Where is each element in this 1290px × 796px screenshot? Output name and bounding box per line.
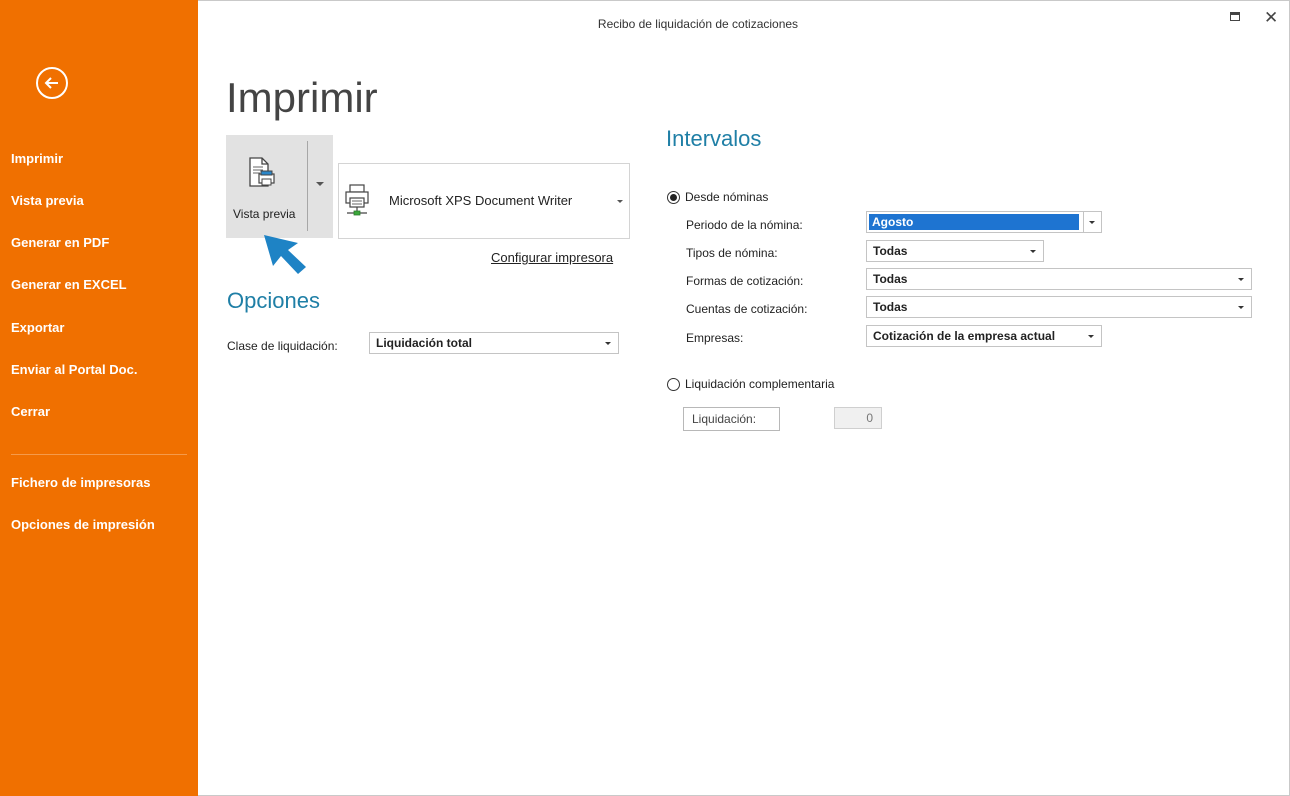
sidebar-item-generar-pdf[interactable]: Generar en PDF — [11, 235, 109, 250]
page-title: Imprimir — [226, 74, 378, 121]
chevron-down-icon — [605, 342, 611, 345]
tipos-nomina-select[interactable]: Todas — [866, 240, 1044, 262]
clase-liquidacion-label: Clase de liquidación: — [227, 339, 338, 353]
maximize-icon[interactable] — [1230, 12, 1240, 21]
chevron-down-icon — [1030, 250, 1036, 253]
empresas-label: Empresas: — [686, 331, 744, 345]
chevron-down-icon[interactable] — [617, 200, 623, 203]
liquidacion-button[interactable]: Liquidación: — [683, 407, 780, 431]
periodo-nomina-value: Agosto — [869, 214, 1079, 230]
window-title: Recibo de liquidación de cotizaciones — [597, 17, 799, 31]
sidebar-item-fichero-impresoras[interactable]: Fichero de impresoras — [11, 475, 150, 490]
chevron-down-icon — [1089, 221, 1095, 224]
cuentas-cotizacion-label: Cuentas de cotización: — [686, 302, 808, 316]
print-preview-icon — [249, 157, 275, 187]
sidebar-item-opciones-impresion[interactable]: Opciones de impresión — [11, 517, 155, 532]
cuentas-cotizacion-value: Todas — [873, 300, 908, 314]
printer-icon — [345, 184, 369, 216]
sidebar-divider — [11, 454, 187, 455]
pointer-arrow-icon — [264, 235, 306, 274]
tipos-nomina-value: Todas — [873, 244, 908, 258]
clase-liquidacion-value: Liquidación total — [376, 336, 472, 350]
back-arrow-circle-icon[interactable] — [36, 67, 68, 99]
configure-printer-link[interactable]: Configurar impresora — [491, 250, 613, 265]
desde-nominas-label: Desde nóminas — [685, 190, 769, 204]
sidebar: Imprimir Vista previa Generar en PDF Gen… — [0, 0, 198, 796]
sidebar-item-enviar-portal[interactable]: Enviar al Portal Doc. — [11, 362, 137, 377]
preview-split-divider — [307, 141, 308, 231]
sidebar-item-cerrar[interactable]: Cerrar — [11, 404, 50, 419]
tipos-nomina-label: Tipos de nómina: — [686, 246, 778, 260]
sidebar-item-generar-excel[interactable]: Generar en EXCEL — [11, 277, 127, 292]
formas-cotizacion-value: Todas — [873, 272, 908, 286]
chevron-down-icon — [1238, 306, 1244, 309]
printer-name: Microsoft XPS Document Writer — [389, 193, 573, 208]
desde-nominas-radio[interactable] — [667, 191, 680, 204]
chevron-down-icon — [1238, 278, 1244, 281]
sidebar-item-imprimir[interactable]: Imprimir — [11, 151, 63, 166]
chevron-down-icon — [1088, 335, 1094, 338]
sidebar-item-vista-previa[interactable]: Vista previa — [11, 193, 84, 208]
periodo-nomina-select[interactable]: Agosto — [866, 211, 1102, 233]
intervals-heading: Intervalos — [666, 126, 762, 151]
chevron-down-icon[interactable] — [316, 182, 324, 186]
periodo-nomina-label: Periodo de la nómina: — [686, 218, 803, 232]
dropdown-button[interactable] — [1083, 212, 1101, 232]
liquidacion-input[interactable]: 0 — [834, 407, 882, 429]
close-icon[interactable]: ✕ — [1264, 8, 1278, 28]
formas-cotizacion-label: Formas de cotización: — [686, 274, 804, 288]
preview-button-label: Vista previa — [233, 207, 296, 221]
cuentas-cotizacion-select[interactable]: Todas — [866, 296, 1252, 318]
empresas-value: Cotización de la empresa actual — [873, 329, 1056, 343]
empresas-select[interactable]: Cotización de la empresa actual — [866, 325, 1102, 347]
clase-liquidacion-select[interactable]: Liquidación total — [369, 332, 619, 354]
options-heading: Opciones — [227, 288, 320, 313]
formas-cotizacion-select[interactable]: Todas — [866, 268, 1252, 290]
liquidacion-complementaria-radio[interactable] — [667, 378, 680, 391]
sidebar-item-exportar[interactable]: Exportar — [11, 320, 64, 335]
liquidacion-complementaria-label: Liquidación complementaria — [685, 377, 835, 391]
